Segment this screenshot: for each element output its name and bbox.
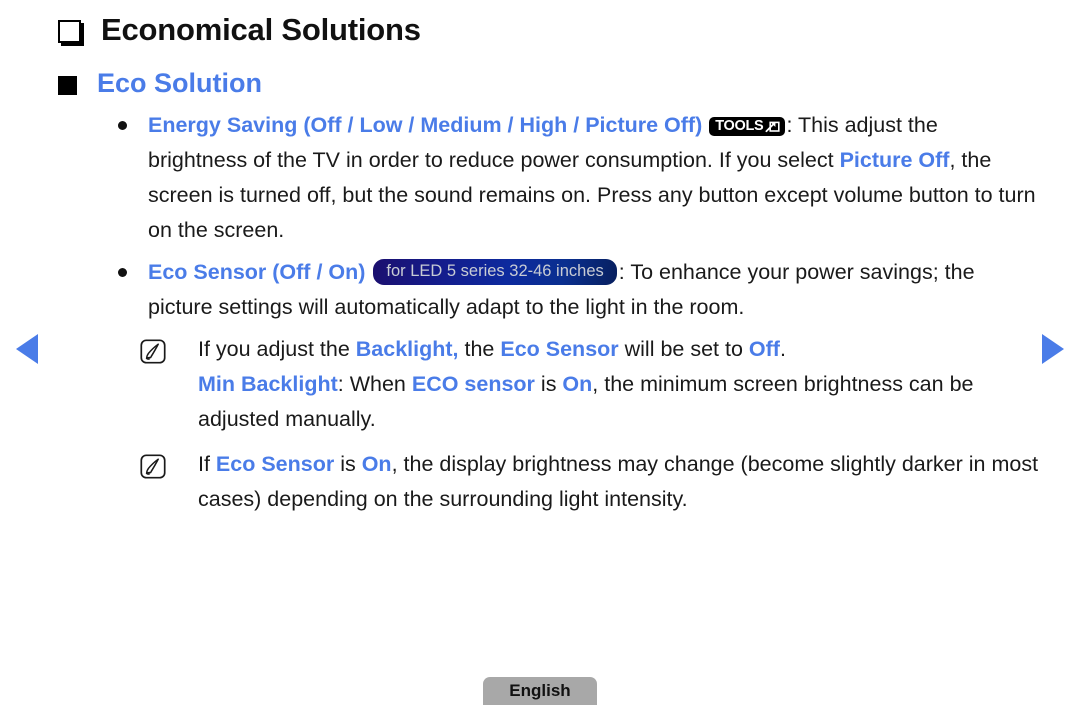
page-title-label: Economical Solutions (101, 12, 421, 47)
bullet-heading-eco-sensor: Eco Sensor (Off / On) (148, 260, 366, 284)
bullet-text-picture-off: Picture Off (839, 148, 950, 172)
tools-badge[interactable]: TOOLS (709, 117, 786, 137)
note-text-min-backlight-1: : When (337, 372, 412, 396)
note-item-backlight: If you adjust the Backlight, the Eco Sen… (140, 332, 1040, 367)
note-term-eco-sensor-2: ECO sensor (411, 372, 535, 396)
note-text-backlight-2: the (458, 337, 501, 361)
next-page-button[interactable] (1042, 334, 1064, 364)
note-term-on-2: On (361, 452, 392, 476)
note-text-eco-on-2: is (334, 452, 362, 476)
bullet-item-energy-saving: Energy Saving (Off / Low / Medium / High… (110, 108, 1040, 248)
language-button-label: English (509, 681, 571, 700)
note-term-backlight: Backlight, (355, 337, 459, 361)
previous-page-button[interactable] (16, 334, 38, 364)
bullet-heading-energy-saving: Energy Saving (Off / Low / Medium / High… (148, 113, 703, 137)
page-title: Economical Solutions (58, 12, 421, 48)
note-text-backlight-3: will be set to (618, 337, 749, 361)
note-term-eco-sensor: Eco Sensor (500, 337, 619, 361)
arrow-into-box-icon (765, 119, 781, 133)
outlined-square-icon (58, 19, 81, 43)
section-heading: Eco Solution (58, 68, 262, 99)
bullet-dot-icon (118, 121, 127, 130)
note-term-off: Off (748, 337, 780, 361)
note-term-eco-sensor-3: Eco Sensor (215, 452, 335, 476)
note-text-min-backlight-2: is (534, 372, 563, 396)
note-pen-icon (140, 339, 166, 364)
content-body: Energy Saving (Off / Low / Medium / High… (110, 108, 1040, 517)
language-button[interactable]: English (483, 677, 597, 705)
note-pen-icon (140, 454, 166, 479)
note-text-backlight-4: . (779, 337, 786, 361)
bullet-item-eco-sensor: Eco Sensor (Off / On) for LED 5 series 3… (110, 255, 1040, 325)
note-text-backlight-1: If you adjust the (198, 337, 356, 361)
filled-square-icon (58, 76, 77, 95)
section-heading-label: Eco Solution (97, 68, 262, 98)
model-compatibility-badge: for LED 5 series 32-46 inches (373, 259, 617, 285)
note-item-min-backlight: Min Backlight: When ECO sensor is On, th… (140, 367, 1040, 437)
note-term-on: On (562, 372, 593, 396)
bullet-dot-icon (118, 268, 127, 277)
note-item-eco-sensor-on: If Eco Sensor is On, the display brightn… (140, 447, 1040, 517)
note-text-eco-on-1: If (198, 452, 216, 476)
tools-badge-label: TOOLS (715, 118, 764, 134)
note-term-min-backlight: Min Backlight (198, 372, 338, 396)
